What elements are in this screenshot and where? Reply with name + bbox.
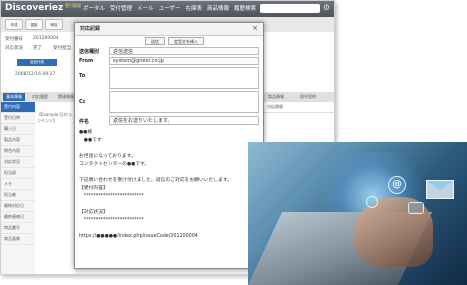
- info-row-value-1: 完了: [33, 46, 42, 51]
- left-item: 担当者: [1, 190, 35, 201]
- left-item: 対応状況: [1, 157, 35, 168]
- insert-template-button[interactable]: 定型文を挿入: [168, 37, 204, 45]
- search-input[interactable]: [260, 4, 320, 13]
- from-field[interactable]: system@gnext.co.jp: [109, 57, 259, 65]
- tab-history[interactable]: 対応履歴: [29, 93, 51, 101]
- dialog-header: 対応記録 ×: [75, 23, 263, 36]
- type-select[interactable]: 返信送信: [109, 47, 259, 55]
- circle-icon: [366, 196, 378, 208]
- envelope-icon: [426, 180, 454, 199]
- to-label: To: [79, 73, 86, 79]
- delete-button[interactable]: 削除: [45, 19, 63, 30]
- left-item: 担当部: [1, 168, 35, 179]
- gear-icon[interactable]: ⚙: [323, 3, 330, 12]
- from-label: From: [79, 58, 94, 64]
- left-item: 問合内容: [1, 146, 35, 157]
- app-logo: Discoveriez: [5, 3, 64, 13]
- left-item: 最終対応日: [1, 201, 35, 212]
- reply-create-button[interactable]: 返信作成: [17, 59, 57, 66]
- cc-field[interactable]: [109, 91, 259, 113]
- nav-item-products[interactable]: 商品情報: [207, 4, 229, 12]
- create-button[interactable]: 作成: [5, 19, 23, 30]
- top-navigation-bar: Discoveriez 受付管理 ポータル 受付管理 メール ユーザー 在庫表 …: [1, 1, 334, 17]
- nav-item-stock[interactable]: 在庫表: [185, 4, 202, 12]
- subject-field[interactable]: 返信をお送りいたします。: [109, 116, 259, 125]
- send-button[interactable]: 送信: [145, 37, 165, 45]
- close-icon[interactable]: ×: [252, 24, 258, 32]
- info-row-label-0: 受付番号: [5, 37, 23, 42]
- type-label: 送信種別: [79, 49, 100, 55]
- nav-item-portal[interactable]: ポータル: [83, 4, 105, 12]
- tab-maintenance[interactable]: 保守契約: [297, 93, 319, 101]
- left-item: 製品内容: [1, 135, 35, 146]
- left-item: 最終連絡日: [1, 212, 35, 223]
- left-item: 商品画像: [1, 234, 35, 245]
- left-item: 購入日: [1, 124, 35, 135]
- window-icon: [408, 202, 424, 214]
- cc-label: Cc: [79, 99, 86, 105]
- app-logo-sub: 受付管理: [65, 3, 81, 8]
- left-item: 受付日時: [1, 113, 35, 124]
- duplicate-button[interactable]: 複製: [25, 19, 43, 30]
- left-item: 商品番号: [1, 223, 35, 234]
- message-body[interactable]: ●●様 ●●です お世話になっております。 コンタクトセンターの●●です。 下記…: [79, 129, 259, 241]
- main-nav: ポータル 受付管理 メール ユーザー 在庫表 商品情報 履歴検索: [83, 4, 256, 12]
- dialog-title: 対応記録: [80, 26, 101, 32]
- info-row-value-0: 201200004: [33, 36, 59, 41]
- info-row-label-1: 対応状況: [5, 46, 23, 51]
- background-content: 【Example:日付コンテンツ】: [35, 102, 75, 274]
- background-text: 【Example:日付コンテンツ】: [37, 112, 72, 123]
- left-item: メモ: [1, 179, 35, 190]
- nav-item-user[interactable]: ユーザー: [159, 4, 181, 12]
- info-row-value-2: 受付担当: [53, 46, 71, 51]
- subject-label: 件名: [79, 119, 90, 125]
- left-item-selected[interactable]: 受付内容: [1, 102, 35, 113]
- left-field-list: 受付内容 受付日時 購入日 製品内容 問合内容 対応状況 担当部 メモ 担当者 …: [1, 102, 36, 274]
- at-icon: @: [388, 176, 406, 194]
- tab-product[interactable]: 製品情報: [265, 93, 287, 101]
- to-field[interactable]: [109, 67, 259, 89]
- nav-item-reception[interactable]: 受付管理: [110, 4, 132, 12]
- nav-item-mail[interactable]: メール: [137, 4, 154, 12]
- hands-typing-photo: @: [248, 142, 467, 285]
- timestamp: 2008/12/16 09:27: [15, 72, 56, 77]
- reply-dialog: 対応記録 × 送信 定型文を挿入 送信種別 返信送信 From system@g…: [74, 22, 264, 269]
- right-panel-header: 対応情報: [264, 102, 334, 113]
- nav-item-history[interactable]: 履歴検索: [234, 4, 256, 12]
- tab-basic[interactable]: 基本情報: [3, 93, 25, 101]
